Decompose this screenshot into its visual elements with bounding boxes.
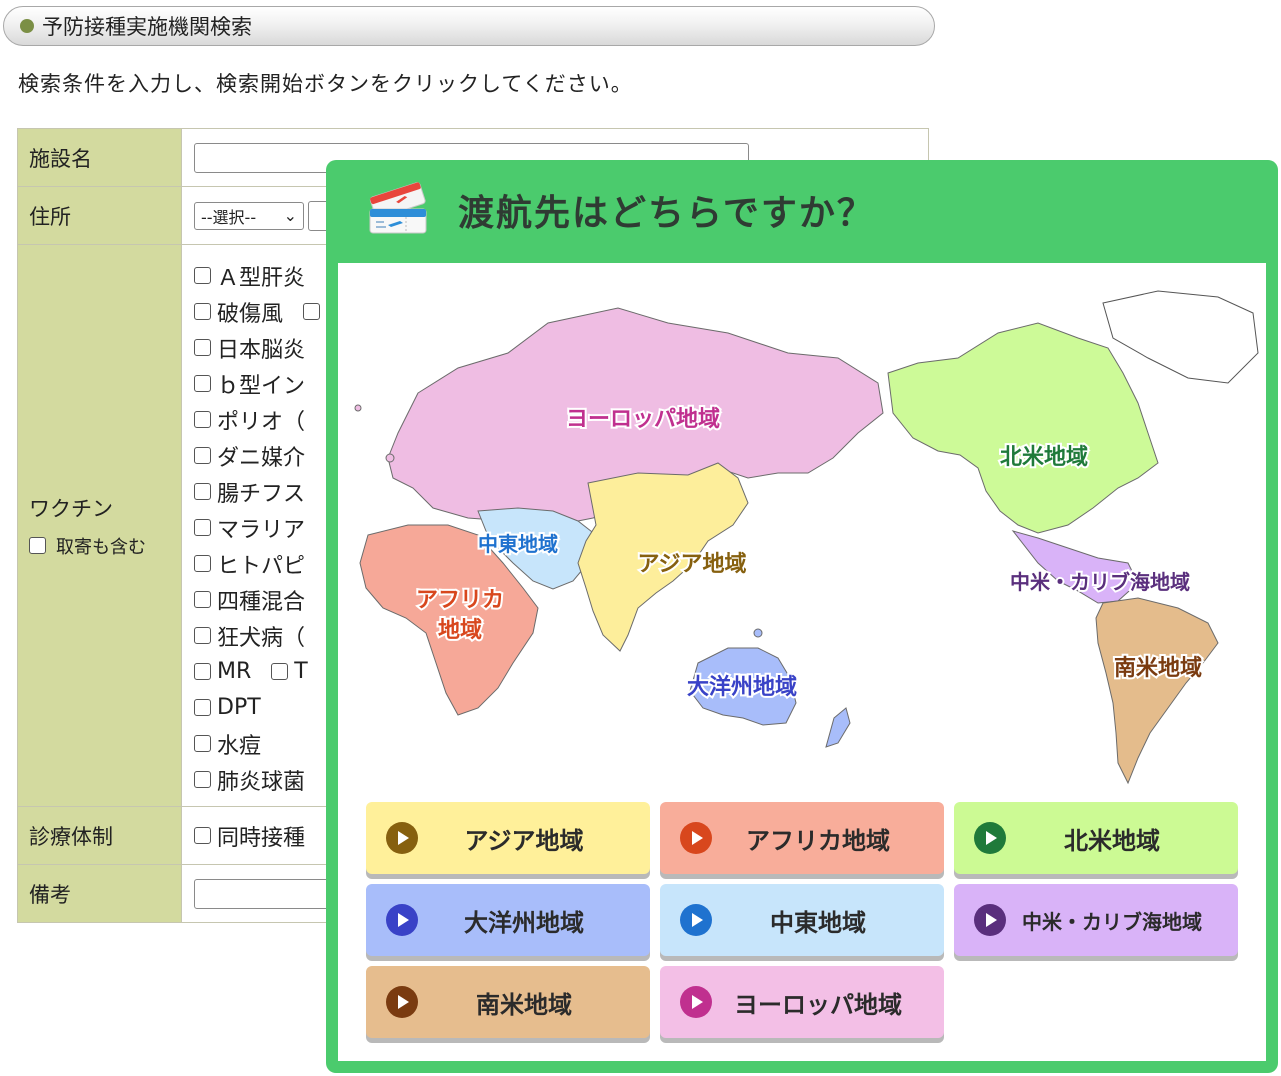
include-order-option[interactable]: 取寄も含む (29, 533, 181, 559)
vaccine-checkbox[interactable] (194, 267, 211, 284)
simultaneous-vaccination-checkbox[interactable] (194, 827, 211, 844)
vaccine-option-label: 四種混合 (217, 589, 306, 615)
vaccine-checkbox[interactable] (194, 663, 211, 680)
vaccine-option-label: ヒトパピ (217, 553, 306, 579)
play-icon (386, 822, 418, 854)
vaccine-checkbox[interactable] (194, 591, 211, 608)
vaccine-option-label: ｂ型イン (217, 373, 306, 399)
region-button-africa[interactable]: アフリカ地域 (660, 802, 944, 874)
vaccine-option-label: 腸チフス (217, 481, 306, 507)
play-icon (974, 904, 1006, 936)
play-icon (974, 822, 1006, 854)
play-icon (680, 986, 712, 1018)
modal-body: ヨーロッパ地域 北米地域 中東地域 アジア地域 中米・カリブ海地域 アフリカ 地… (338, 263, 1266, 1061)
map-label-oceania: 大洋州地域 (687, 674, 797, 700)
map-region-south-america[interactable] (1095, 597, 1219, 785)
vaccine-checkbox[interactable] (194, 447, 211, 464)
vaccine-option-label: 日本脳炎 (217, 337, 306, 363)
map-label-north-america: 北米地域 (1000, 444, 1088, 470)
map-label-africa-2: 地域 (438, 617, 482, 643)
map-island (354, 404, 362, 412)
region-button-asia[interactable]: アジア地域 (366, 802, 650, 874)
vaccine-checkbox[interactable] (271, 663, 289, 680)
region-button-middle-east[interactable]: 中東地域 (660, 884, 944, 956)
bullet-icon (20, 19, 34, 33)
chevron-down-icon: ⌄ (283, 206, 297, 225)
vaccine-checkbox[interactable] (194, 735, 211, 752)
vaccine-option-label: 狂犬病（ (217, 625, 306, 651)
include-order-checkbox[interactable] (29, 537, 46, 554)
vaccine-checkbox[interactable] (194, 483, 211, 500)
vaccine-checkbox[interactable] (194, 519, 211, 536)
address-label: 住所 (17, 186, 182, 245)
map-region-new-zealand[interactable] (825, 707, 851, 748)
vaccine-option-label: 肺炎球菌 (217, 769, 306, 795)
vaccine-option-label: T (294, 659, 308, 684)
region-button-label: ヨーロッパ地域 (734, 990, 902, 1019)
play-icon (386, 986, 418, 1018)
world-map: ヨーロッパ地域 北米地域 中東地域 アジア地域 中米・カリブ海地域 アフリカ 地… (354, 290, 1259, 785)
vaccine-option-label: MR (217, 659, 252, 684)
play-icon (386, 904, 418, 936)
map-label-central-america: 中米・カリブ海地域 (1010, 570, 1190, 594)
map-region-north-america[interactable] (887, 322, 1159, 534)
region-button-label: 中米・カリブ海地域 (1022, 909, 1202, 934)
vaccine-checkbox[interactable] (303, 303, 321, 320)
map-label-europe: ヨーロッパ地域 (566, 406, 720, 432)
vaccine-checkbox[interactable] (194, 627, 211, 644)
region-button-label: 大洋州地域 (464, 908, 584, 937)
vaccine-checkbox[interactable] (194, 555, 211, 572)
region-button-north-america[interactable]: 北米地域 (954, 802, 1238, 874)
instructions-text: 検索条件を入力し、検索開始ボタンをクリックしてください。 (18, 72, 633, 96)
prefecture-select[interactable]: --選択-- ⌄ (194, 201, 304, 230)
section-header: 予防接種実施機関検索 (3, 6, 935, 46)
include-order-label: 取寄も含む (56, 536, 146, 558)
vaccine-checkbox[interactable] (194, 375, 211, 392)
vaccine-checkbox[interactable] (194, 339, 211, 356)
system-label: 診療体制 (17, 806, 182, 865)
facility-name-label: 施設名 (17, 128, 182, 187)
vaccine-option-label: マラリア (217, 517, 306, 543)
region-button-central-america[interactable]: 中米・カリブ海地域 (954, 884, 1238, 956)
map-island (385, 453, 395, 463)
vaccine-option-label: DPT (217, 695, 261, 720)
destination-modal: 渡航先はどちらですか？ ヨーロッパ地域 北米地域 中東地域 アジア地域 中米・カ… (326, 160, 1278, 1073)
region-button-label: 北米地域 (1064, 826, 1160, 855)
modal-header: 渡航先はどちらですか？ (366, 178, 875, 242)
region-button-label: 南米地域 (476, 990, 572, 1019)
vaccine-checkbox[interactable] (194, 411, 211, 428)
map-island (753, 628, 763, 638)
play-icon (680, 904, 712, 936)
vaccine-checkbox[interactable] (194, 771, 211, 788)
notes-label: 備考 (17, 864, 182, 923)
region-button-south-america[interactable]: 南米地域 (366, 966, 650, 1038)
vaccine-option-label: ダニ媒介 (217, 445, 306, 471)
region-button-europe[interactable]: ヨーロッパ地域 (660, 966, 944, 1038)
modal-title: 渡航先はどちらですか？ (458, 193, 875, 234)
vaccine-checkbox[interactable] (194, 699, 211, 716)
region-button-label: アフリカ地域 (746, 826, 890, 855)
vaccine-option-label: Ａ型肝炎 (217, 265, 306, 291)
simultaneous-vaccination-label: 同時接種 (217, 825, 306, 851)
play-icon (680, 822, 712, 854)
map-region-greenland (1102, 290, 1259, 384)
region-button-label: アジア地域 (464, 826, 584, 855)
region-button-label: 中東地域 (770, 908, 866, 937)
section-title: 予防接種実施機関検索 (42, 15, 252, 39)
vaccine-option-label: ポリオ（ (217, 409, 306, 435)
vaccine-option-label: 水痘 (217, 733, 262, 759)
airline-tickets-icon (369, 182, 427, 234)
region-button-oceania[interactable]: 大洋州地域 (366, 884, 650, 956)
map-label-asia: アジア地域 (637, 551, 746, 577)
map-label-south-america: 南米地域 (1114, 655, 1202, 681)
map-label-africa: アフリカ (416, 588, 504, 613)
vaccine-checkbox[interactable] (194, 303, 211, 320)
map-label-middle-east: 中東地域 (478, 532, 558, 556)
prefecture-select-value: --選択-- (201, 207, 257, 227)
vaccine-option-label: 破傷風 (217, 301, 284, 327)
vaccine-label: ワクチン (29, 496, 113, 521)
